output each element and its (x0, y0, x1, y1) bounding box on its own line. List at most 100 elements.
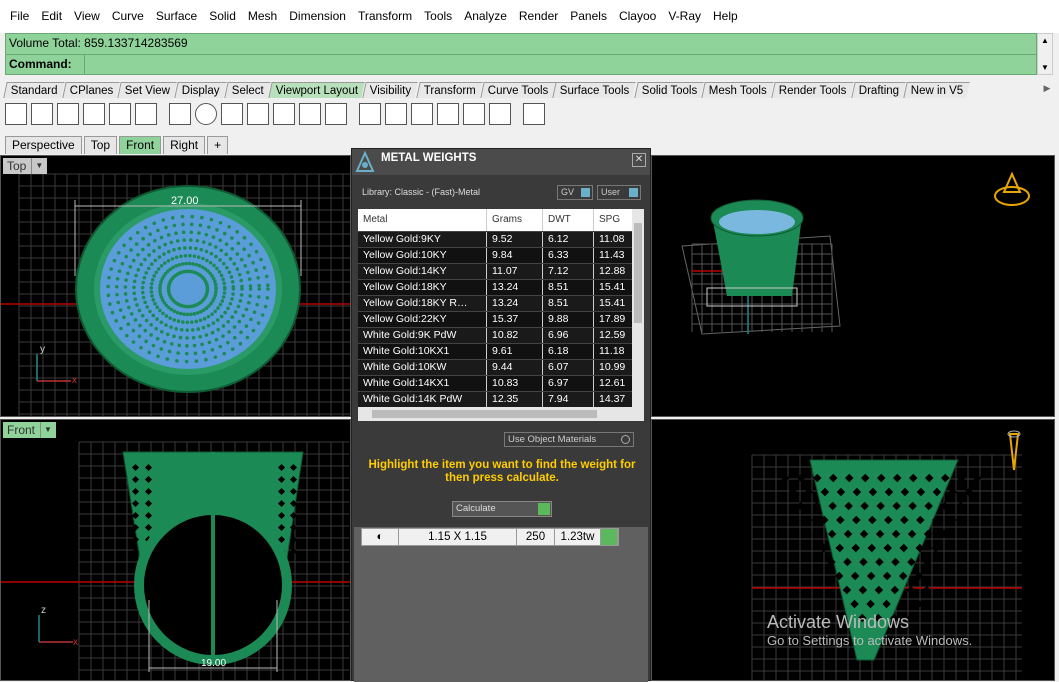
gv-toggle[interactable]: GV (557, 185, 593, 200)
stone-row[interactable]: ◐ 1.15 X 1.15 250 1.23tw (361, 528, 619, 546)
table-cell: Yellow Gold:14KY (358, 264, 487, 279)
gumball-icon[interactable] (994, 171, 1030, 206)
panel-header[interactable]: METAL WEIGHTS ✕ (352, 149, 650, 175)
split-viewports-icon[interactable] (31, 103, 53, 125)
sphere-icon[interactable] (195, 103, 217, 125)
menu-item-solid[interactable]: Solid (203, 0, 242, 33)
calculate-button[interactable]: Calculate (452, 501, 552, 517)
menu-item-clayoo[interactable]: Clayoo (613, 0, 662, 33)
menu-item-dimension[interactable]: Dimension (283, 0, 352, 33)
tab-viewport-top[interactable]: Top (83, 136, 118, 154)
folder-icon[interactable] (463, 103, 485, 125)
menu-item-v-ray[interactable]: V-Ray (662, 0, 707, 33)
tab-select[interactable]: Select (224, 82, 271, 98)
column-header-grams[interactable]: Grams (487, 209, 543, 231)
page-layout-icon[interactable] (359, 103, 381, 125)
table-row[interactable]: White Gold:14KX1 10.83 6.97 12.61 (358, 375, 644, 391)
menu-item-view[interactable]: View (68, 0, 106, 33)
viewport-top[interactable]: 27.00 y x Top ▼ (0, 155, 351, 417)
menu-item-curve[interactable]: Curve (106, 0, 150, 33)
tab-display[interactable]: Display (174, 82, 227, 98)
close-icon[interactable]: ✕ (632, 153, 646, 167)
column-header-metal[interactable]: Metal (358, 209, 487, 231)
zoom-detail-icon[interactable] (411, 103, 433, 125)
search-zoom-icon[interactable] (221, 103, 243, 125)
tab-solid-tools[interactable]: Solid Tools (633, 82, 704, 98)
table-cell: White Gold:14KX1 (358, 376, 487, 391)
tab-visibility[interactable]: Visibility (362, 82, 419, 98)
tab-transform[interactable]: Transform (415, 82, 483, 98)
grid-icon[interactable] (169, 103, 191, 125)
mesh-grid-icon[interactable] (247, 103, 269, 125)
scroll-up-icon[interactable]: ▲ (1038, 34, 1052, 47)
tab-mesh-tools[interactable]: Mesh Tools (701, 82, 774, 98)
face-icon[interactable] (299, 103, 321, 125)
tab-drafting[interactable]: Drafting (850, 82, 906, 98)
magnet-icon[interactable] (489, 103, 511, 125)
water-icon[interactable] (437, 103, 459, 125)
viewport-label-front[interactable]: Front ▼ (3, 422, 56, 438)
tab-cplanes[interactable]: CPlanes (61, 82, 120, 98)
tab-scroll-icon[interactable]: ▶ (1040, 83, 1054, 97)
menu-item-edit[interactable]: Edit (35, 0, 68, 33)
tab-render-tools[interactable]: Render Tools (771, 82, 854, 98)
table-horizontal-scrollbar[interactable] (358, 407, 644, 421)
command-input[interactable] (84, 55, 1034, 74)
add-viewport-tab[interactable]: + (207, 136, 229, 154)
table-row[interactable]: Yellow Gold:14KY 11.07 7.12 12.88 (358, 263, 644, 279)
tab-viewport-perspective[interactable]: Perspective (5, 136, 82, 154)
table-row[interactable]: White Gold:14K PdW 12.35 7.94 14.37 (358, 391, 644, 407)
play-icon[interactable] (601, 529, 618, 545)
viewport-label-top[interactable]: Top ▼ (3, 158, 48, 174)
tab-standard[interactable]: Standard (3, 82, 65, 98)
use-object-materials-toggle[interactable]: Use Object Materials (504, 432, 634, 447)
vertical-split-icon[interactable] (83, 103, 105, 125)
table-row[interactable]: Yellow Gold:22KY 15.37 9.88 17.89 (358, 311, 644, 327)
gumball-icon[interactable] (1007, 430, 1021, 471)
four-viewports-icon[interactable] (5, 103, 27, 125)
menu-item-surface[interactable]: Surface (150, 0, 203, 33)
horizontal-split-icon[interactable] (109, 103, 131, 125)
tab-surface-tools[interactable]: Surface Tools (552, 82, 637, 98)
tab-curve-tools[interactable]: Curve Tools (479, 82, 555, 98)
column-header-dwt[interactable]: DWT (543, 209, 594, 231)
scroll-down-icon[interactable]: ▼ (1038, 61, 1052, 74)
table-cell: 13.24 (487, 296, 543, 311)
menu-item-help[interactable]: Help (707, 0, 744, 33)
top-grid: 27.00 y x (1, 173, 350, 416)
tab-viewport-front[interactable]: Front (119, 136, 162, 154)
table-vertical-scrollbar[interactable] (632, 209, 644, 407)
viewport-front[interactable]: 19.00 z x Front ▼ (0, 419, 351, 681)
menu-item-render[interactable]: Render (513, 0, 564, 33)
menu-item-panels[interactable]: Panels (564, 0, 613, 33)
perspective-grid (681, 171, 1030, 335)
command-scrollbar[interactable]: ▲ ▼ (1037, 33, 1053, 75)
viewport-perspective[interactable] (651, 155, 1055, 417)
table-row[interactable]: White Gold:9K PdW 10.82 6.96 12.59 (358, 327, 644, 343)
user-toggle[interactable]: User (597, 185, 641, 200)
table-cell: 10.83 (487, 376, 543, 391)
chevron-down-icon[interactable]: ▼ (40, 422, 52, 438)
point-icon[interactable] (273, 103, 295, 125)
table-row[interactable]: Yellow Gold:9KY 9.52 6.12 11.08 (358, 231, 644, 247)
table-row[interactable]: White Gold:10KX1 9.61 6.18 11.18 (358, 343, 644, 359)
menu-item-analyze[interactable]: Analyze (458, 0, 513, 33)
print-icon[interactable] (523, 103, 545, 125)
viewport-properties-icon[interactable] (135, 103, 157, 125)
tab-viewport-right[interactable]: Right (163, 136, 206, 154)
color-display-icon[interactable] (325, 103, 347, 125)
tab-new-in-v5[interactable]: New in V5 (903, 82, 970, 98)
menu-item-mesh[interactable]: Mesh (242, 0, 283, 33)
tab-set-view[interactable]: Set View (117, 82, 178, 98)
tab-viewport-layout[interactable]: Viewport Layout (268, 82, 365, 98)
detail-view-icon[interactable] (385, 103, 407, 125)
table-row[interactable]: Yellow Gold:10KY 9.84 6.33 11.43 (358, 247, 644, 263)
table-row[interactable]: White Gold:10KW 9.44 6.07 10.99 (358, 359, 644, 375)
table-row[interactable]: Yellow Gold:18KY R… 13.24 8.51 15.41 (358, 295, 644, 311)
menu-item-transform[interactable]: Transform (352, 0, 418, 33)
table-row[interactable]: Yellow Gold:18KY 13.24 8.51 15.41 (358, 279, 644, 295)
menu-item-file[interactable]: File (4, 0, 35, 33)
menu-item-tools[interactable]: Tools (418, 0, 458, 33)
single-viewport-icon[interactable] (57, 103, 79, 125)
chevron-down-icon[interactable]: ▼ (31, 158, 43, 174)
